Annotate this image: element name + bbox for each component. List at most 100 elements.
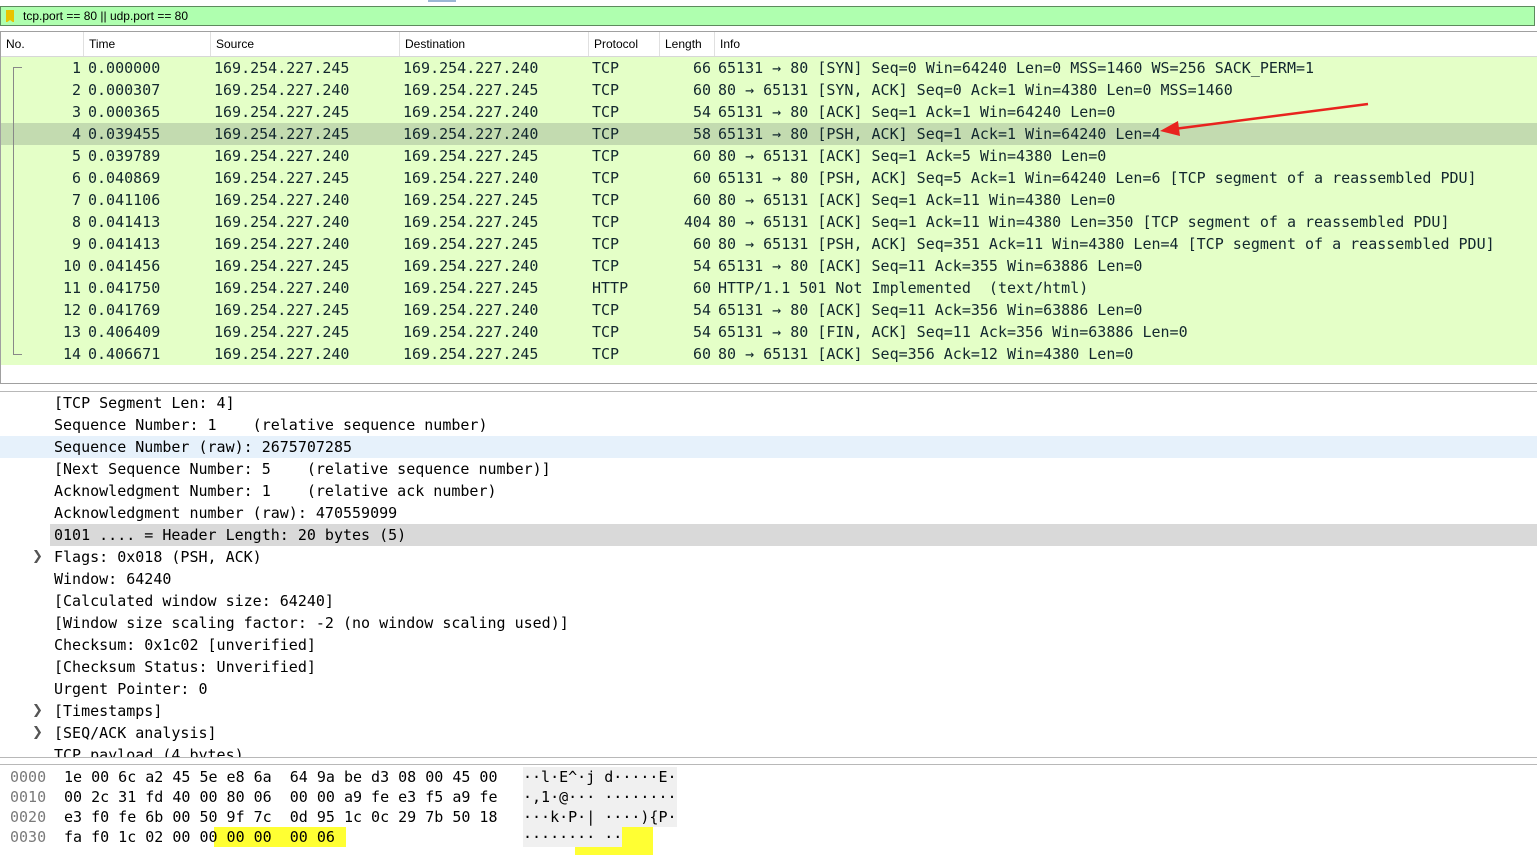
detail-text: Window: 64240 [54, 570, 172, 588]
column-header-time[interactable]: Time [84, 32, 211, 56]
packet-cell-len: 60 [692, 169, 711, 187]
detail-row[interactable]: Acknowledgment Number: 1 (relative ack n… [0, 480, 1537, 502]
bytes-offset[interactable]: 0000 [10, 767, 46, 787]
packet-row[interactable]: 7 0.041106 169.254.227.240 169.254.227.245 T… [1, 189, 1537, 211]
packet-row[interactable]: 8 0.041413 169.254.227.240 169.254.227.245 T… [1, 211, 1537, 233]
detail-text: [SEQ/ACK analysis] [54, 724, 217, 742]
packet-row[interactable]: 10 0.041456 169.254.227.245 169.254.227.240… [1, 255, 1537, 277]
packet-cell-src: 169.254.227.240 [214, 279, 350, 297]
packet-cell-info: 65131 → 80 [PSH, ACK] Seq=1 Ack=1 Win=64… [718, 125, 1161, 143]
detail-row[interactable]: ❯ Flags: 0x018 (PSH, ACK) [0, 546, 1537, 568]
packet-cell-dst: 169.254.227.240 [403, 301, 539, 319]
packet-cell-info: 65131 → 80 [ACK] Seq=1 Ack=1 Win=64240 L… [718, 103, 1116, 121]
packet-cell-dst: 169.254.227.240 [403, 59, 539, 77]
bytes-hex[interactable]: 00 2c 31 fd 40 00 80 06 00 00 a9 fe e3 f… [64, 787, 497, 807]
packet-row[interactable]: 1 0.000000 169.254.227.245 169.254.227.240 T… [1, 57, 1537, 79]
chevron-right-icon[interactable]: ❯ [32, 546, 43, 568]
bytes-ascii[interactable]: ···k·P·| ····){P· [523, 807, 677, 827]
chevron-right-icon[interactable]: ❯ [32, 700, 43, 722]
packet-bytes-pane[interactable]: 0000 1e 00 6c a2 45 5e e8 6a 64 9a be d3 … [0, 764, 1537, 861]
packet-cell-info: 65131 → 80 [ACK] Seq=11 Ack=355 Win=6388… [718, 257, 1143, 275]
packet-cell-proto: TCP [592, 147, 620, 165]
packet-cell-time: 0.040869 [88, 169, 161, 187]
detail-row[interactable]: [Checksum Status: Unverified] [0, 656, 1537, 678]
packet-cell-time: 0.041413 [88, 213, 161, 231]
detail-row[interactable]: [Window size scaling factor: -2 (no wind… [0, 612, 1537, 634]
packet-list-pane[interactable]: No. Time Source Destination Protocol Len… [0, 31, 1537, 384]
column-header-protocol[interactable]: Protocol [589, 32, 660, 56]
packet-cell-dst: 169.254.227.245 [403, 147, 539, 165]
column-header-length[interactable]: Length [660, 32, 715, 56]
packet-cell-info: 80 → 65131 [PSH, ACK] Seq=351 Ack=11 Win… [718, 235, 1495, 253]
packet-cell-proto: TCP [592, 103, 620, 121]
bytes-offset[interactable]: 0020 [10, 807, 46, 827]
detail-row[interactable]: TCP payload (4 bytes) [0, 744, 1537, 757]
packet-cell-proto: TCP [592, 345, 620, 363]
bytes-ascii[interactable]: ········ ·· [523, 827, 623, 847]
column-header-info[interactable]: Info [715, 32, 1537, 56]
bytes-hex[interactable]: fa f0 1c 02 00 00 00 00 00 06 [64, 827, 335, 847]
detail-row[interactable]: Sequence Number (raw): 2675707285 [0, 436, 1537, 458]
column-header-destination[interactable]: Destination [400, 32, 589, 56]
column-header-source[interactable]: Source [211, 32, 400, 56]
display-filter-input[interactable]: tcp.port == 80 || udp.port == 80 [23, 9, 188, 23]
column-header-no[interactable]: No. [1, 32, 84, 56]
packet-cell-len: 66 [692, 59, 711, 77]
bytes-offset[interactable]: 0010 [10, 787, 46, 807]
detail-text: Flags: 0x018 (PSH, ACK) [54, 548, 262, 566]
detail-text: [Next Sequence Number: 5 (relative seque… [54, 460, 551, 478]
bytes-ascii[interactable]: ·,1·@··· ········ [523, 787, 677, 807]
packet-row[interactable]: 11 0.041750 169.254.227.240 169.254.227.245… [1, 277, 1537, 299]
bookmark-icon[interactable] [6, 10, 14, 23]
packet-cell-len: 54 [692, 103, 711, 121]
packet-cell-info: 80 → 65131 [ACK] Seq=356 Ack=12 Win=4380… [718, 345, 1134, 363]
packet-cell-len: 54 [692, 301, 711, 319]
detail-row[interactable]: ❯ [SEQ/ACK analysis] [0, 722, 1537, 744]
packet-cell-src: 169.254.227.240 [214, 235, 350, 253]
detail-text: [Calculated window size: 64240] [54, 592, 334, 610]
tab-indicator [428, 0, 456, 2]
chevron-right-icon[interactable]: ❯ [32, 722, 43, 744]
packet-cell-time: 0.039455 [88, 125, 161, 143]
packet-cell-src: 169.254.227.240 [214, 191, 350, 209]
packet-cell-proto: TCP [592, 323, 620, 341]
detail-row[interactable]: Checksum: 0x1c02 [unverified] [0, 634, 1537, 656]
packet-row[interactable]: 13 0.406409 169.254.227.245 169.254.227.240… [1, 321, 1537, 343]
packet-details-pane[interactable]: [TCP Segment Len: 4] Sequence Number: 1 (… [0, 391, 1537, 758]
detail-row[interactable]: Acknowledgment number (raw): 470559099 [0, 502, 1537, 524]
detail-row[interactable]: [Next Sequence Number: 5 (relative seque… [0, 458, 1537, 480]
packet-row[interactable]: 12 0.041769 169.254.227.245 169.254.227.240… [1, 299, 1537, 321]
packet-cell-proto: TCP [592, 81, 620, 99]
packet-cell-len: 60 [692, 235, 711, 253]
packet-cell-len: 58 [692, 125, 711, 143]
detail-row[interactable]: Urgent Pointer: 0 [0, 678, 1537, 700]
packet-cell-src: 169.254.227.245 [214, 301, 350, 319]
packet-cell-dst: 169.254.227.240 [403, 125, 539, 143]
packet-cell-time: 0.000365 [88, 103, 161, 121]
packet-cell-time: 0.406409 [88, 323, 161, 341]
detail-row[interactable]: ❯ [Timestamps] [0, 700, 1537, 722]
packet-row[interactable]: 5 0.039789 169.254.227.240 169.254.227.245 T… [1, 145, 1537, 167]
detail-row[interactable]: [TCP Segment Len: 4] [0, 392, 1537, 414]
packet-cell-proto: TCP [592, 169, 620, 187]
detail-row[interactable]: [Calculated window size: 64240] [0, 590, 1537, 612]
conversation-bracket [13, 67, 22, 355]
packet-cell-src: 169.254.227.245 [214, 323, 350, 341]
detail-row[interactable]: 0101 .... = Header Length: 20 bytes (5) [0, 524, 1537, 546]
packet-cell-time: 0.041456 [88, 257, 161, 275]
packet-cell-proto: HTTP [592, 279, 629, 297]
packet-cell-time: 0.041413 [88, 235, 161, 253]
display-filter-bar[interactable]: tcp.port == 80 || udp.port == 80 [0, 6, 1535, 26]
packet-row[interactable]: 14 0.406671 169.254.227.240 169.254.227.245… [1, 343, 1537, 365]
bytes-hex[interactable]: 1e 00 6c a2 45 5e e8 6a 64 9a be d3 08 0… [64, 767, 497, 787]
detail-row[interactable]: Window: 64240 [0, 568, 1537, 590]
bytes-ascii[interactable]: ··l·E^·j d·····E· [523, 767, 677, 787]
packet-row[interactable]: 6 0.040869 169.254.227.245 169.254.227.240 T… [1, 167, 1537, 189]
packet-row[interactable]: 9 0.041413 169.254.227.240 169.254.227.245 T… [1, 233, 1537, 255]
packet-cell-src: 169.254.227.240 [214, 147, 350, 165]
detail-row[interactable]: Sequence Number: 1 (relative sequence nu… [0, 414, 1537, 436]
detail-text: [TCP Segment Len: 4] [54, 394, 235, 412]
bytes-hex[interactable]: e3 f0 fe 6b 00 50 9f 7c 0d 95 1c 0c 29 7… [64, 807, 497, 827]
bytes-offset[interactable]: 0030 [10, 827, 46, 847]
detail-text: Sequence Number (raw): 2675707285 [54, 438, 353, 456]
